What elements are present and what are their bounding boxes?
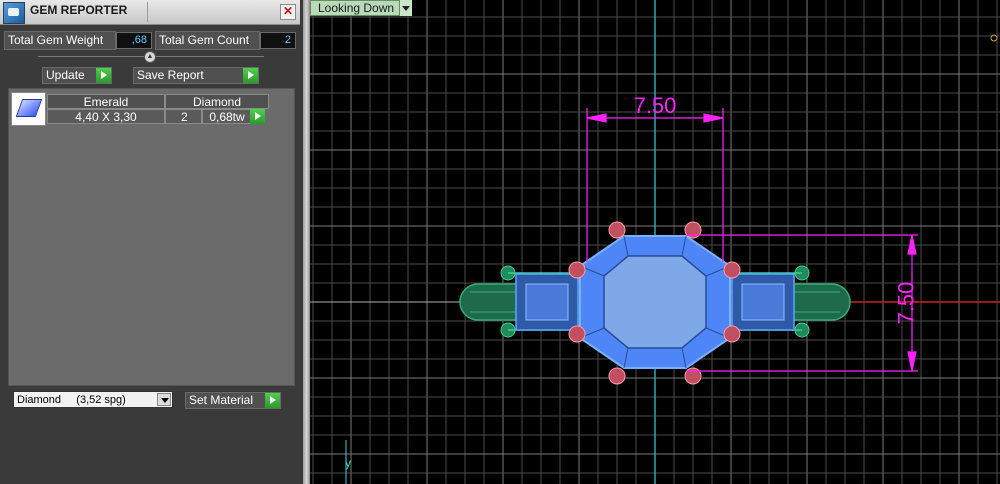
gem-reporter-logo-icon [3, 2, 25, 24]
total-gem-count-label: Total Gem Count [155, 31, 260, 50]
gem-reporter-panel: GEM REPORTER ✕ Total Gem Weight ,68 Tota… [0, 0, 303, 484]
play-arrow-icon [96, 68, 111, 83]
chevron-down-icon[interactable] [399, 0, 412, 16]
gem-size-cell: 4,40 X 3,30 [47, 109, 165, 124]
set-material-button-label: Set Material [189, 393, 254, 407]
panel-title: GEM REPORTER [30, 3, 128, 17]
panel-titlebar: GEM REPORTER ✕ [0, 0, 300, 25]
gem-row-action-button[interactable] [250, 109, 265, 124]
gem-weight-cell: 0,68tw [202, 109, 252, 124]
set-material-button[interactable]: Set Material [185, 392, 281, 409]
viewport-canvas: 7.50 7.50 [310, 0, 1000, 484]
play-arrow-icon [243, 68, 258, 83]
dimension-top-label: 7.50 [634, 93, 677, 118]
total-gem-weight-value: ,68 [116, 32, 152, 49]
view-name-label: Looking Down [318, 1, 395, 15]
material-select[interactable]: Diamond (3,52 spg) [13, 391, 173, 408]
total-gem-weight-label: Total Gem Weight [4, 31, 116, 50]
view-name-dropdown[interactable]: Looking Down [310, 0, 410, 16]
3d-viewport[interactable]: 7.50 7.50 Looking Down y [310, 0, 1000, 484]
update-button-label: Update [46, 68, 85, 82]
axis-y-label: y [345, 456, 351, 470]
save-report-button[interactable]: Save Report [133, 67, 259, 84]
panel-splitter[interactable] [303, 0, 310, 484]
close-button[interactable]: ✕ [280, 4, 296, 20]
column-header-diamond: Diamond [165, 94, 269, 109]
update-button[interactable]: Update [42, 67, 112, 84]
material-select-value: Diamond (3,52 spg) [17, 394, 126, 406]
chevron-down-icon[interactable] [157, 393, 171, 406]
gem-list: Emerald Diamond 4,40 X 3,30 2 0,68tw [8, 88, 295, 386]
save-report-button-label: Save Report [137, 68, 204, 82]
collapse-knob-icon[interactable]: ▲ [144, 51, 156, 63]
title-divider [147, 2, 148, 22]
play-arrow-icon [265, 393, 280, 408]
play-arrow-icon [250, 109, 265, 124]
dimension-side-label: 7.50 [894, 282, 919, 325]
gem-count-cell: 2 [165, 109, 202, 124]
gem-thumbnail-icon[interactable] [11, 92, 46, 126]
column-header-emerald: Emerald [47, 94, 165, 109]
total-gem-count-value: 2 [260, 32, 296, 49]
